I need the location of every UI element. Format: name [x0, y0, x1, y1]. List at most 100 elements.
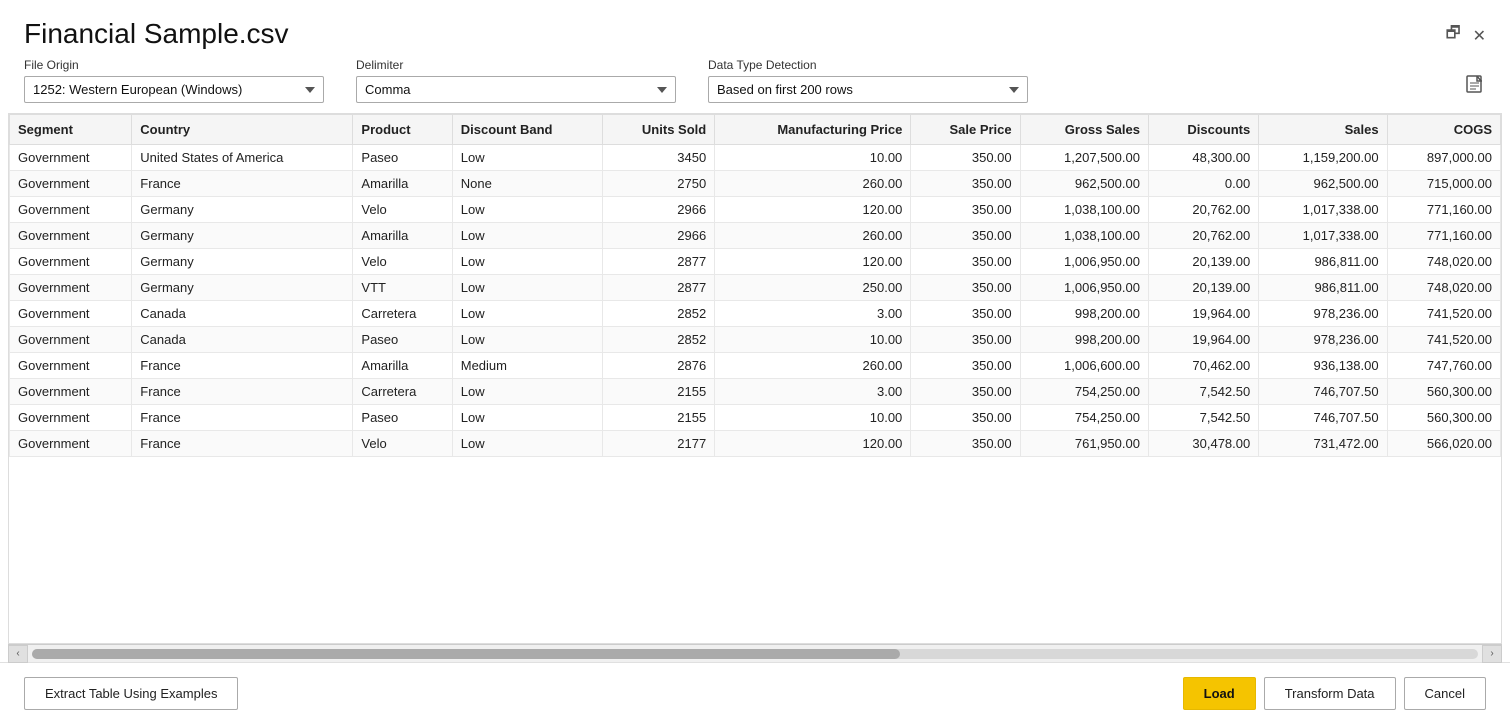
table-cell: 746,707.50: [1259, 405, 1387, 431]
table-cell: 978,236.00: [1259, 301, 1387, 327]
table-cell: 2877: [602, 249, 714, 275]
extract-table-button[interactable]: Extract Table Using Examples: [24, 677, 238, 710]
table-cell: Government: [10, 171, 132, 197]
table-cell: United States of America: [132, 145, 353, 171]
table-cell: 2852: [602, 301, 714, 327]
table-cell: Germany: [132, 197, 353, 223]
table-cell: Government: [10, 327, 132, 353]
table-cell: 19,964.00: [1148, 301, 1258, 327]
table-cell: 731,472.00: [1259, 431, 1387, 457]
table-cell: Government: [10, 405, 132, 431]
close-icon[interactable]: ✕: [1473, 26, 1486, 46]
table-cell: 350.00: [911, 249, 1020, 275]
table-cell: 350.00: [911, 405, 1020, 431]
table-cell: 70,462.00: [1148, 353, 1258, 379]
window-title: Financial Sample.csv: [24, 18, 289, 50]
table-cell: 771,160.00: [1387, 223, 1500, 249]
table-cell: Amarilla: [353, 353, 452, 379]
table-cell: 1,006,950.00: [1020, 249, 1148, 275]
cancel-button[interactable]: Cancel: [1404, 677, 1486, 710]
table-cell: Paseo: [353, 327, 452, 353]
horizontal-scrollbar[interactable]: ‹ ›: [8, 644, 1502, 662]
table-cell: 566,020.00: [1387, 431, 1500, 457]
minimize-icon[interactable]: 🗗: [1446, 22, 1461, 49]
table-cell: 978,236.00: [1259, 327, 1387, 353]
table-cell: 560,300.00: [1387, 405, 1500, 431]
table-cell: Velo: [353, 431, 452, 457]
table-cell: 3.00: [715, 301, 911, 327]
table-cell: 350.00: [911, 353, 1020, 379]
column-header-segment: Segment: [10, 115, 132, 145]
table-cell: 1,207,500.00: [1020, 145, 1148, 171]
delimiter-select[interactable]: CommaTabSemicolonSpaceCustom: [356, 76, 676, 103]
table-cell: France: [132, 353, 353, 379]
column-header-product: Product: [353, 115, 452, 145]
table-cell: 1,017,338.00: [1259, 223, 1387, 249]
table-cell: Government: [10, 379, 132, 405]
table-cell: Government: [10, 197, 132, 223]
table-cell: Government: [10, 249, 132, 275]
table-cell: Paseo: [353, 405, 452, 431]
table-cell: 350.00: [911, 145, 1020, 171]
table-row: GovernmentGermanyVeloLow2877120.00350.00…: [10, 249, 1501, 275]
table-cell: 20,139.00: [1148, 249, 1258, 275]
table-cell: 120.00: [715, 197, 911, 223]
table-cell: 19,964.00: [1148, 327, 1258, 353]
table-cell: Government: [10, 353, 132, 379]
datatype-select[interactable]: Based on first 200 rowsBased on entire d…: [708, 76, 1028, 103]
table-cell: Government: [10, 431, 132, 457]
scroll-left-button[interactable]: ‹: [8, 645, 28, 663]
horizontal-scroll-track[interactable]: [32, 649, 1478, 659]
table-cell: Velo: [353, 197, 452, 223]
table-cell: 7,542.50: [1148, 405, 1258, 431]
table-cell: Germany: [132, 275, 353, 301]
table-cell: 962,500.00: [1020, 171, 1148, 197]
table-cell: Low: [452, 275, 602, 301]
table-cell: Canada: [132, 301, 353, 327]
load-button[interactable]: Load: [1183, 677, 1256, 710]
table-row: GovernmentFranceVeloLow2177120.00350.007…: [10, 431, 1501, 457]
table-cell: Canada: [132, 327, 353, 353]
table-cell: 1,017,338.00: [1259, 197, 1387, 223]
title-bar: Financial Sample.csv 🗗 ✕: [0, 0, 1510, 58]
table-cell: VTT: [353, 275, 452, 301]
table-cell: 30,478.00: [1148, 431, 1258, 457]
transform-data-button[interactable]: Transform Data: [1264, 677, 1396, 710]
table-cell: 998,200.00: [1020, 327, 1148, 353]
table-cell: France: [132, 405, 353, 431]
table-row: GovernmentGermanyVeloLow2966120.00350.00…: [10, 197, 1501, 223]
table-cell: 1,159,200.00: [1259, 145, 1387, 171]
table-cell: None: [452, 171, 602, 197]
table-cell: 748,020.00: [1387, 249, 1500, 275]
table-cell: 2155: [602, 379, 714, 405]
column-header-sales: Sales: [1259, 115, 1387, 145]
table-cell: 1,038,100.00: [1020, 223, 1148, 249]
table-cell: 3450: [602, 145, 714, 171]
column-header-gross-sales: Gross Sales: [1020, 115, 1148, 145]
table-cell: France: [132, 379, 353, 405]
table-cell: 260.00: [715, 353, 911, 379]
table-cell: 350.00: [911, 379, 1020, 405]
table-cell: 10.00: [715, 327, 911, 353]
table-cell: 120.00: [715, 249, 911, 275]
table-cell: 0.00: [1148, 171, 1258, 197]
horizontal-scroll-thumb: [32, 649, 900, 659]
table-cell: 20,762.00: [1148, 197, 1258, 223]
scroll-right-button[interactable]: ›: [1482, 645, 1502, 663]
table-cell: Low: [452, 301, 602, 327]
table-cell: 48,300.00: [1148, 145, 1258, 171]
table-cell: Germany: [132, 249, 353, 275]
table-cell: 2852: [602, 327, 714, 353]
file-icon-button[interactable]: [1464, 73, 1486, 101]
table-cell: 748,020.00: [1387, 275, 1500, 301]
column-header-units-sold: Units Sold: [602, 115, 714, 145]
column-header-country: Country: [132, 115, 353, 145]
table-cell: 10.00: [715, 145, 911, 171]
table-cell: 350.00: [911, 197, 1020, 223]
table-cell: 761,950.00: [1020, 431, 1148, 457]
table-row: GovernmentCanadaPaseoLow285210.00350.009…: [10, 327, 1501, 353]
table-container[interactable]: SegmentCountryProductDiscount BandUnits …: [8, 113, 1502, 644]
table-row: GovernmentFranceAmarillaMedium2876260.00…: [10, 353, 1501, 379]
file-origin-select[interactable]: 1252: Western European (Windows)UTF-8UTF…: [24, 76, 324, 103]
table-cell: Carretera: [353, 301, 452, 327]
